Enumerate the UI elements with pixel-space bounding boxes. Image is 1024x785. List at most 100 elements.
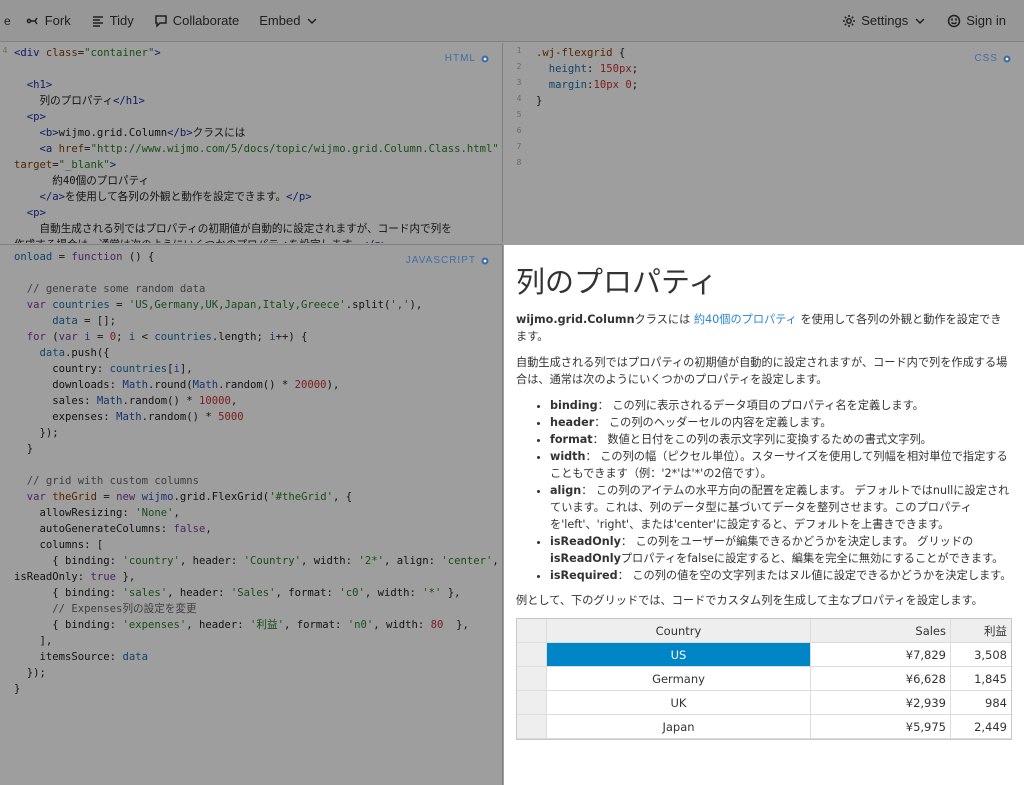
- grid-cell[interactable]: ¥5,975: [811, 715, 951, 738]
- code-line: <div class="container">: [14, 47, 161, 59]
- grid-header-row: Country Sales 利益: [517, 619, 1011, 643]
- row-header-cell[interactable]: [517, 643, 547, 666]
- code-line: data = [];: [52, 315, 117, 327]
- list-item: isRequired： この列の値を空の文字列またはヌル値に設定できるかどうかを…: [550, 567, 1012, 584]
- prop-desc-bold: isReadOnly: [550, 552, 621, 565]
- properties-link[interactable]: 約40個のプロパティ: [694, 313, 797, 326]
- code-line: }: [536, 95, 543, 107]
- prop-desc: ： この列の値を空の文字列またはヌル値に設定できるかどうかを決定します。: [617, 569, 1012, 582]
- code-line: isReadOnly: true },: [14, 571, 136, 583]
- prop-name: isRequired: [550, 569, 618, 582]
- code-line: // Expenses列の設定を変更: [52, 603, 197, 615]
- prop-desc: ： この列のアイテムの水平方向の配置を定義します。 デフォルトではnullに設定…: [550, 484, 1010, 531]
- code-line: autoGenerateColumns: false,: [14, 523, 212, 535]
- js-editor[interactable]: JAVASCRIPT onload = function () { // gen…: [0, 244, 503, 785]
- list-item: align： この列のアイテムの水平方向の配置を定義します。 デフォルトではnu…: [550, 482, 1012, 533]
- tidy-icon: [92, 15, 103, 27]
- code-line: expenses: Math.random() * 5000: [14, 411, 244, 423]
- grid-header-cell[interactable]: 利益: [951, 619, 1011, 642]
- prop-desc: ： この列の幅（ピクセル単位）。スターサイズを使用して列幅を相対単位で指定するこ…: [550, 450, 1008, 480]
- grid-cell[interactable]: ¥7,829: [811, 643, 951, 666]
- fork-button[interactable]: e Fork: [0, 0, 81, 42]
- embed-label: Embed: [259, 13, 301, 28]
- grid-cell[interactable]: 984: [951, 691, 1011, 714]
- tidy-label: Tidy: [109, 13, 134, 28]
- tidy-button[interactable]: Tidy: [81, 0, 144, 42]
- prop-desc: プロパティをfalseに設定すると、編集を完全に無効にすることができます。: [620, 552, 1004, 565]
- embed-button[interactable]: Embed: [249, 0, 329, 42]
- row-header-cell[interactable]: [517, 667, 547, 690]
- prop-name: isReadOnly: [550, 535, 621, 548]
- row-header-cell[interactable]: [517, 715, 547, 738]
- prop-name: format: [550, 433, 593, 446]
- gear-icon: [481, 257, 489, 264]
- list-item: isReadOnly： この列をユーザーが編集できるかどうかを決定します。 グリ…: [550, 533, 1012, 567]
- grid-header-cell[interactable]: Country: [547, 619, 811, 642]
- prop-name: width: [550, 450, 586, 463]
- grid-cell[interactable]: 3,508: [951, 643, 1011, 666]
- grid-cell[interactable]: Germany: [547, 667, 811, 690]
- js-label-text: JAVASCRIPT: [405, 255, 476, 266]
- code-line: margin:10px 0;: [548, 79, 639, 91]
- code-line: target="_blank">: [14, 159, 117, 171]
- chat-icon: [155, 14, 167, 28]
- html-editor[interactable]: HTML 4 <div class="container"> <h1> 列のプロ…: [0, 43, 503, 243]
- list-item: format： 数値と日付をこの列の表示文字列に変換するための書式文字列。: [550, 431, 1012, 448]
- css-pane-label[interactable]: CSS: [974, 53, 1012, 64]
- code-line: { binding: 'country', header: 'Country',…: [14, 555, 499, 567]
- html-pane-label[interactable]: HTML: [445, 53, 490, 64]
- prop-name: binding: [550, 399, 598, 412]
- code-line: { binding: 'expenses', header: '利益', for…: [14, 619, 469, 631]
- table-row[interactable]: Germany ¥6,628 1,845: [517, 667, 1011, 691]
- list-item: width： この列の幅（ピクセル単位）。スターサイズを使用して列幅を相対単位で…: [550, 448, 1012, 482]
- grid-cell[interactable]: Japan: [547, 715, 811, 738]
- grid-header-cell[interactable]: Sales: [811, 619, 951, 642]
- code-line: <b>wijmo.grid.Column</b>クラスには: [39, 127, 246, 139]
- code-line: downloads: Math.round(Math.random() * 20…: [14, 379, 340, 391]
- table-row[interactable]: US ¥7,829 3,508: [517, 643, 1011, 667]
- table-row[interactable]: UK ¥2,939 984: [517, 691, 1011, 715]
- collaborate-label: Collaborate: [172, 13, 240, 28]
- collaborate-button[interactable]: Collaborate: [144, 0, 250, 42]
- code-line: // grid with custom columns: [26, 475, 199, 487]
- code-line: });: [14, 427, 59, 439]
- grid-cell[interactable]: ¥6,628: [811, 667, 951, 690]
- fork-icon: [26, 17, 38, 24]
- grid-cell[interactable]: 1,845: [951, 667, 1011, 690]
- js-code: onload = function () { // generate some …: [14, 249, 499, 697]
- prop-desc: ： この列のヘッダーセルの内容を定義します。: [594, 416, 832, 429]
- settings-button[interactable]: Settings: [832, 0, 937, 42]
- grid-cell[interactable]: UK: [547, 691, 811, 714]
- flex-grid[interactable]: Country Sales 利益 US ¥7,829 3,508 Germany…: [516, 618, 1012, 740]
- code-line: data.push({: [39, 347, 110, 359]
- intro-pre: クラスには: [634, 313, 694, 326]
- row-header-cell[interactable]: [517, 691, 547, 714]
- code-line: columns: [: [14, 539, 104, 551]
- grid-top-left-cell: [517, 619, 547, 642]
- code-line: <a href="http://www.wijmo.com/5/docs/top…: [39, 143, 499, 155]
- paragraph-3: 例として、下のグリッドでは、コードでカスタム列を生成して主なプロパティを設定しま…: [516, 594, 983, 607]
- grid-cell[interactable]: 2,449: [951, 715, 1011, 738]
- code-line: .wj-flexgrid {: [536, 47, 626, 59]
- grid-cell-selected[interactable]: US: [547, 643, 811, 666]
- css-code: .wj-flexgrid { height: 150px; margin:10p…: [536, 45, 1020, 109]
- list-item: header： この列のヘッダーセルの内容を定義します。: [550, 414, 1012, 431]
- code-line: allowResizing: 'None',: [14, 507, 180, 519]
- smiley-icon: [948, 14, 961, 27]
- chevron-down-icon: [307, 17, 317, 24]
- js-pane-label[interactable]: JAVASCRIPT: [406, 255, 490, 266]
- grid-cell[interactable]: ¥2,939: [811, 691, 951, 714]
- table-row[interactable]: Japan ¥5,975 2,449: [517, 715, 1011, 739]
- css-editor[interactable]: CSS 12345678 .wj-flexgrid { height: 150p…: [504, 43, 1024, 243]
- property-list: binding： この列に表示されるデータ項目のプロパティ名を定義します。 he…: [550, 397, 1012, 584]
- code-line: <p>: [26, 207, 46, 219]
- paragraph-2: 自動生成される列ではプロパティの初期値が自動的に設定されますが、コード内で列を作…: [516, 356, 1008, 386]
- code-line: 約40個のプロパティ: [14, 175, 150, 187]
- prop-name: header: [550, 416, 595, 429]
- gear-icon: [843, 14, 856, 27]
- signin-button[interactable]: Sign in: [937, 0, 1024, 42]
- code-line: 自動生成される列ではプロパティの初期値が自動的に設定されますが、コード内で列を: [14, 223, 452, 235]
- settings-label: Settings: [861, 13, 909, 28]
- code-line: });: [14, 667, 46, 679]
